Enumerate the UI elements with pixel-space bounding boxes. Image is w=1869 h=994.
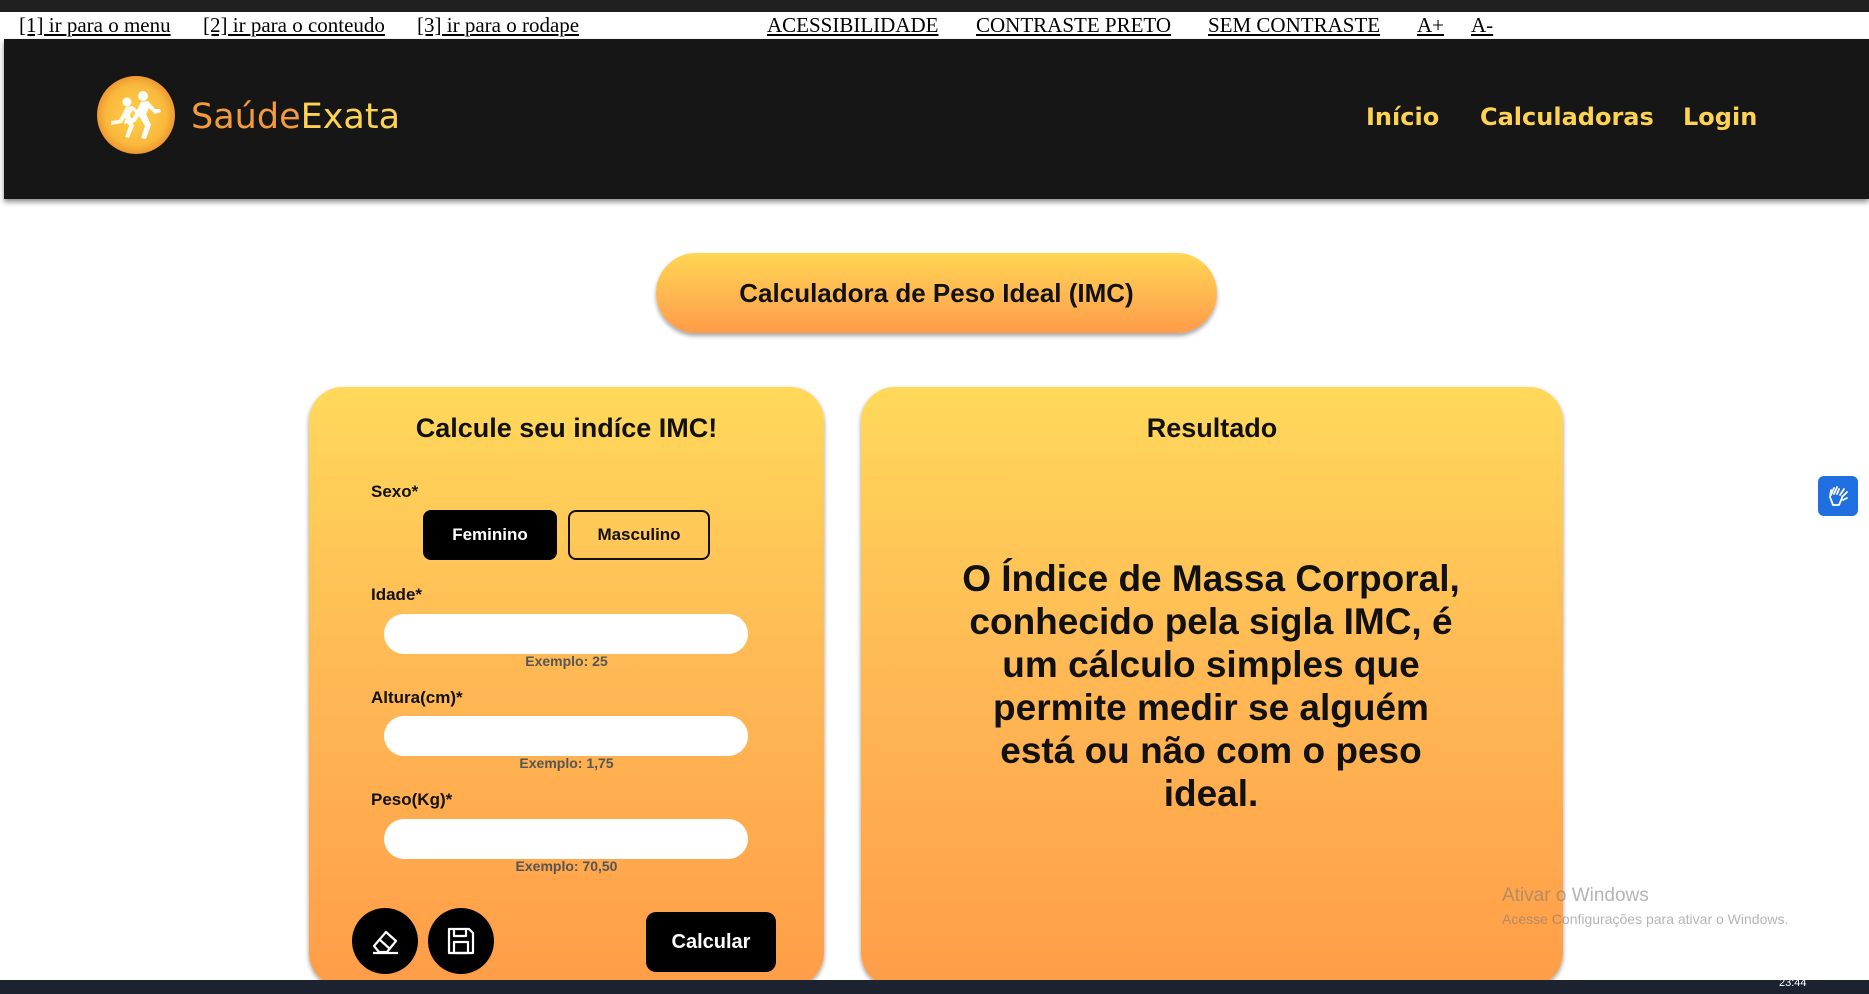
skip-to-menu-link[interactable]: [1] ir para o menu	[19, 13, 171, 38]
result-description: O Índice de Massa Corporal, conhecido pe…	[962, 558, 1460, 814]
nav-login-link[interactable]: Login	[1683, 103, 1757, 131]
height-example: Exemplo: 1,75	[519, 755, 614, 771]
no-contrast-link[interactable]: SEM CONTRASTE	[1208, 13, 1380, 38]
skip-to-content-link[interactable]: [2] ir para o conteudo	[203, 13, 385, 38]
height-input[interactable]	[384, 716, 748, 756]
vlibras-hand-icon[interactable]	[1818, 476, 1858, 516]
nav-home-link[interactable]: Início	[1366, 103, 1439, 131]
form-title: Calcule seu indíce IMC!	[415, 413, 718, 443]
floppy-disk-icon	[447, 927, 475, 955]
calculate-button[interactable]: Calcular	[646, 912, 776, 972]
windows-activation-subtitle: Acesse Configurações para ativar o Windo…	[1502, 911, 1789, 927]
windows-activation-title: Ativar o Windows	[1502, 885, 1649, 906]
sex-feminino-button[interactable]: Feminino	[423, 510, 557, 560]
imc-form-card: Calcule seu indíce IMC! Sexo* Feminino M…	[309, 387, 824, 987]
page-title: Calculadora de Peso Ideal (IMC)	[656, 253, 1217, 333]
weight-label: Peso(Kg)*	[371, 790, 453, 809]
age-label: Idade*	[371, 585, 423, 604]
age-input[interactable]	[384, 614, 748, 654]
weight-input[interactable]	[384, 819, 748, 859]
brand-name[interactable]: SaúdeExata	[191, 97, 400, 137]
taskbar-clock: 23:44	[1779, 977, 1807, 989]
height-label: Altura(cm)*	[371, 688, 463, 707]
brand-part-exata: Exata	[300, 97, 401, 137]
accessibility-link[interactable]: ACESSIBILIDADE	[767, 13, 939, 38]
brand-part-saude: Saúde	[191, 97, 301, 137]
result-card: Resultado O Índice de Massa Corporal, co…	[861, 387, 1563, 987]
weight-example: Exemplo: 70,50	[515, 858, 618, 874]
nav-calculators-link[interactable]: Calculadoras	[1480, 103, 1654, 131]
sex-label: Sexo*	[371, 482, 419, 501]
save-button[interactable]	[428, 908, 494, 974]
black-contrast-link[interactable]: CONTRASTE PRETO	[976, 13, 1171, 38]
accessibility-bar: [1] ir para o menu [2] ir para o conteud…	[0, 12, 1869, 39]
site-header: SaúdeExata Início Calculadoras Login	[4, 39, 1869, 199]
result-title: Resultado	[1146, 413, 1278, 443]
eraser-icon	[372, 930, 398, 955]
sex-masculino-button[interactable]: Masculino	[568, 510, 710, 560]
clear-button[interactable]	[352, 908, 418, 974]
font-increase-link[interactable]: A+	[1417, 13, 1444, 38]
os-taskbar: 23:44	[0, 977, 1869, 994]
running-people-icon[interactable]	[97, 76, 175, 154]
font-decrease-link[interactable]: A-	[1471, 13, 1493, 38]
age-example: Exemplo: 25	[525, 653, 608, 669]
skip-to-footer-link[interactable]: [3] ir para o rodape	[417, 13, 579, 38]
browser-top-bar	[0, 0, 1869, 12]
